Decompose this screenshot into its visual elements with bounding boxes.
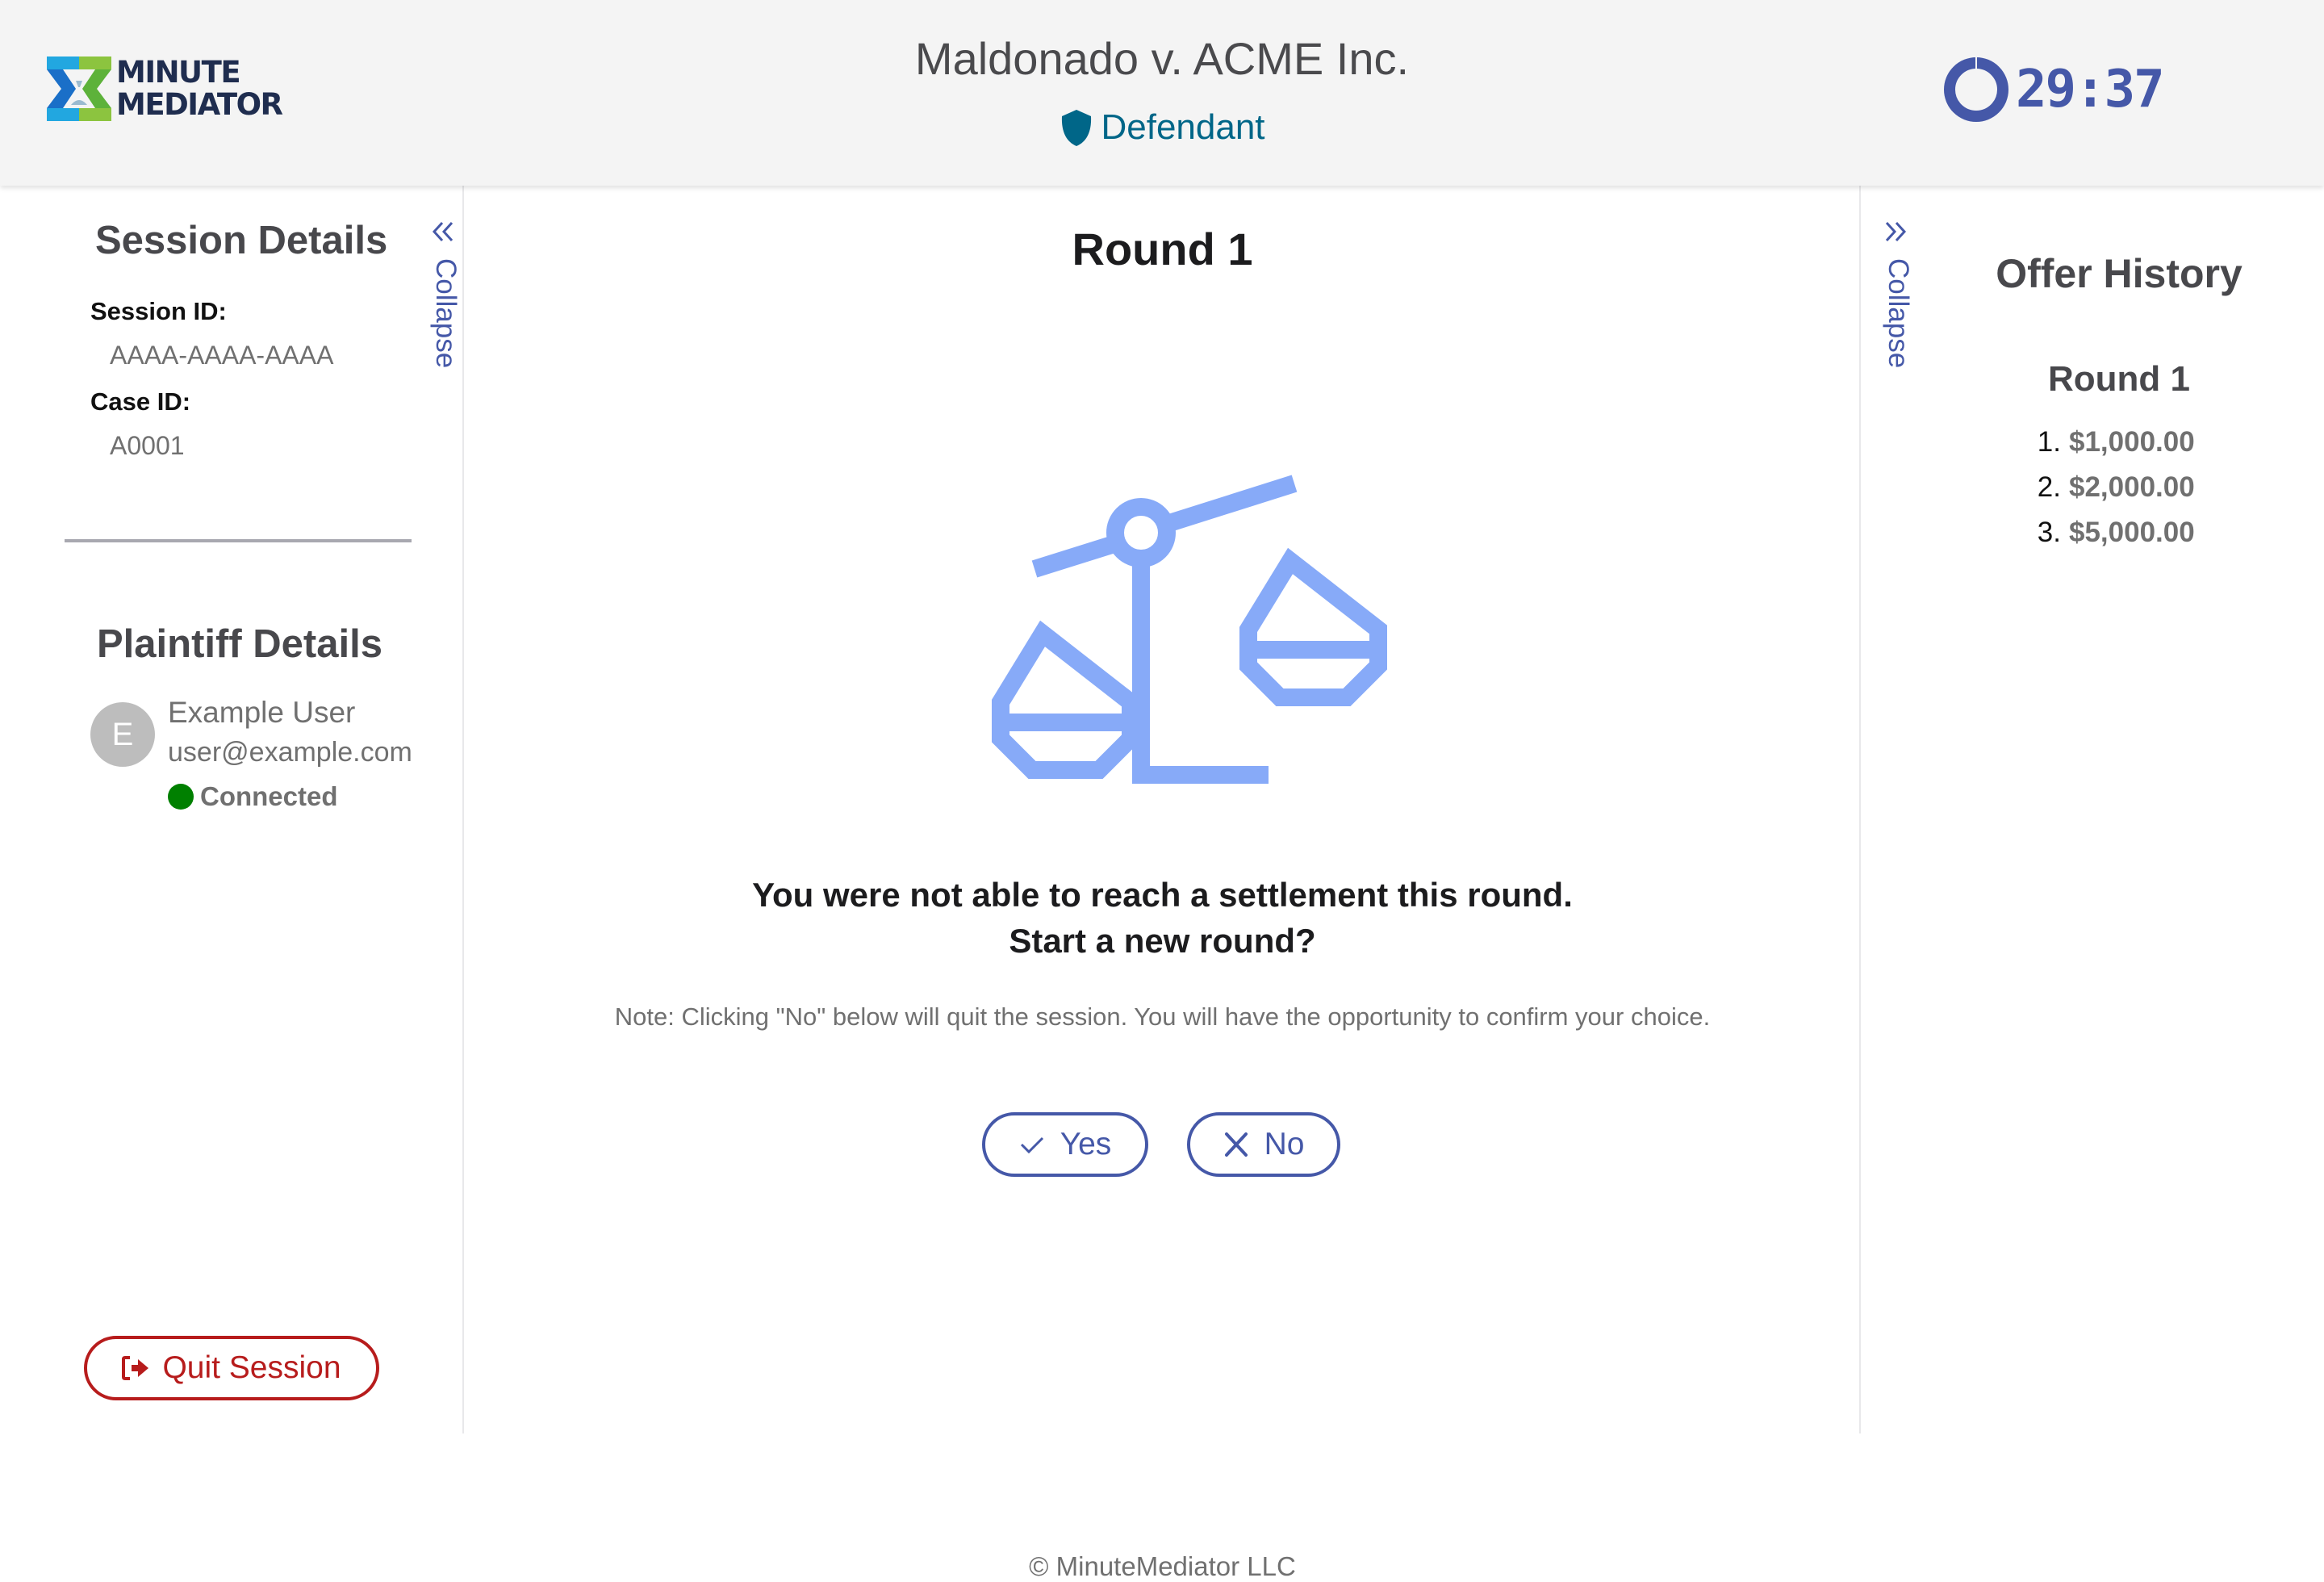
status-label: Connected bbox=[200, 781, 338, 811]
message-line1: You were not able to reach a settlement … bbox=[752, 876, 1573, 914]
case-id-value: A0001 bbox=[110, 431, 185, 460]
quit-session-label: Quit Session bbox=[162, 1350, 341, 1385]
response-buttons: Yes No bbox=[466, 1112, 1859, 1177]
collapse-left-label: Collapse bbox=[430, 258, 462, 369]
offer-item: 3. $5,000.00 bbox=[2027, 510, 2195, 555]
yes-label: Yes bbox=[1060, 1127, 1112, 1161]
session-id-value: AAAA-AAAA-AAAA bbox=[110, 341, 334, 370]
session-id-label: Session ID: bbox=[90, 297, 227, 325]
offer-history-sidebar: Collapse Offer History Round 1 1. $1,000… bbox=[1859, 186, 2324, 1433]
status-dot-icon bbox=[168, 784, 194, 810]
offer-number: 1. bbox=[2037, 426, 2061, 458]
offer-number: 3. bbox=[2037, 517, 2061, 548]
plaintiff-details-title: Plaintiff Details bbox=[97, 622, 382, 666]
sign-out-icon bbox=[122, 1356, 149, 1380]
chevrons-right-icon bbox=[1885, 221, 1907, 242]
yes-button[interactable]: Yes bbox=[981, 1112, 1148, 1177]
offer-item: 2. $2,000.00 bbox=[2027, 465, 2195, 510]
no-button[interactable]: No bbox=[1186, 1112, 1340, 1177]
offer-item: 1. $1,000.00 bbox=[2027, 420, 2195, 465]
no-label: No bbox=[1264, 1127, 1305, 1161]
plaintiff-name: Example User bbox=[168, 696, 356, 729]
main-content: Round 1 You were not able to reach a set… bbox=[466, 186, 1859, 1581]
quit-session-button[interactable]: Quit Session bbox=[84, 1336, 379, 1400]
avatar: E bbox=[90, 702, 155, 767]
session-timer: 29:37 bbox=[1943, 56, 2165, 123]
settlement-message: You were not able to reach a settlement … bbox=[466, 872, 1859, 964]
x-icon bbox=[1224, 1132, 1248, 1157]
timer-ring-icon bbox=[1944, 56, 2008, 122]
footer-copyright: © MinuteMediator LLC bbox=[1029, 1551, 1296, 1581]
header: MINUTE MEDIATOR Maldonado v. ACME Inc. D… bbox=[0, 0, 2324, 186]
offer-list: 1. $1,000.00 2. $2,000.00 3. $5,000.00 bbox=[2027, 420, 2195, 555]
quit-note: Note: Clicking "No" below will quit the … bbox=[614, 1002, 1711, 1031]
offer-round-title: Round 1 bbox=[2048, 359, 2190, 399]
offer-history-title: Offer History bbox=[1996, 251, 2242, 296]
shield-icon bbox=[1062, 110, 1092, 146]
session-sidebar: Collapse Session Details Session ID: AAA… bbox=[0, 186, 464, 1433]
plaintiff-email: user@example.com bbox=[168, 737, 412, 768]
collapse-left-button[interactable]: Collapse bbox=[428, 218, 462, 396]
round-title: Round 1 bbox=[1072, 224, 1253, 274]
section-divider bbox=[65, 539, 412, 542]
check-icon bbox=[1020, 1136, 1043, 1154]
offer-number: 2. bbox=[2037, 471, 2061, 503]
timer-value: 29:37 bbox=[2016, 60, 2165, 119]
chevrons-left-icon bbox=[432, 221, 454, 242]
offer-amount: $2,000.00 bbox=[2069, 471, 2195, 503]
message-line2: Start a new round? bbox=[1009, 922, 1316, 960]
case-id-label: Case ID: bbox=[90, 387, 191, 416]
offer-amount: $1,000.00 bbox=[2069, 426, 2195, 458]
session-details-title: Session Details bbox=[95, 219, 388, 262]
scales-of-justice-icon bbox=[992, 475, 1387, 784]
role-label: Defendant bbox=[1101, 107, 1265, 147]
connection-status: Connected bbox=[168, 781, 338, 812]
offer-amount: $5,000.00 bbox=[2069, 517, 2195, 548]
